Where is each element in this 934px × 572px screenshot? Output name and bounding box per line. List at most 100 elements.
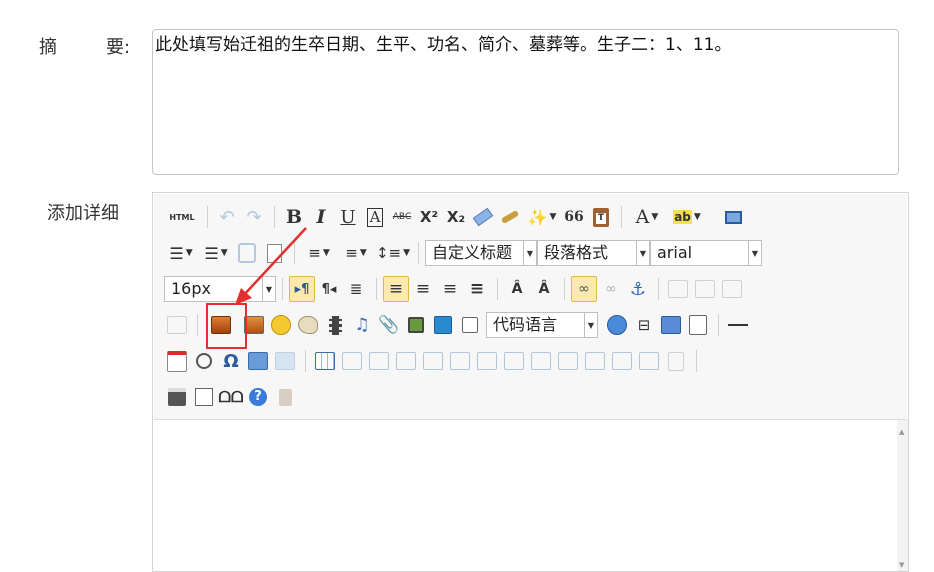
insert-link-button[interactable]: ∞	[571, 276, 597, 302]
palette-icon	[298, 316, 318, 334]
split-cells-button[interactable]	[582, 348, 608, 374]
insert-time-button[interactable]	[191, 348, 217, 374]
delete-row-button[interactable]	[420, 348, 446, 374]
paragraph-format-select[interactable]: 段落格式 ▼	[537, 240, 650, 266]
merge-right-button[interactable]	[528, 348, 554, 374]
search-replace-button[interactable]	[272, 348, 298, 374]
word-image-button[interactable]	[245, 348, 271, 374]
unlink-button[interactable]: ∞	[598, 276, 624, 302]
indent-button[interactable]: ≣	[343, 276, 369, 302]
align-left-button[interactable]: ≡	[383, 276, 409, 302]
merge-down-button[interactable]	[555, 348, 581, 374]
toolbar-separator	[376, 278, 377, 300]
summary-textarea[interactable]: 此处填写始迁祖的生卒日期、生平、功名、简介、墓葬等。生子二：1、11。	[152, 29, 899, 175]
bold-button[interactable]: B	[281, 204, 307, 230]
chart-button[interactable]	[663, 348, 689, 374]
align-justify-button[interactable]: ≡	[464, 276, 490, 302]
toolbar-separator	[696, 350, 697, 372]
insert-video-button[interactable]	[322, 312, 348, 338]
merge-cells-button[interactable]	[501, 348, 527, 374]
custom-title-select[interactable]: 自定义标题 ▼	[425, 240, 537, 266]
font-family-select[interactable]: arial ▼	[650, 240, 762, 266]
align-left-icon: ≡	[388, 279, 404, 299]
preview-button[interactable]	[191, 384, 217, 410]
scroll-down-icon[interactable]: ▼	[899, 561, 904, 569]
line-height-button[interactable]: ↕≡ ▼	[375, 240, 411, 266]
ltr-direction-button[interactable]: ▸¶	[289, 276, 315, 302]
attachment-button[interactable]: 📎	[376, 312, 402, 338]
code-language-select[interactable]: 代码语言 ▼	[486, 312, 598, 338]
clock-icon	[196, 353, 212, 369]
horizontal-rule-button[interactable]	[725, 312, 751, 338]
emotion-button[interactable]	[268, 312, 294, 338]
insert-frame-button[interactable]	[403, 312, 429, 338]
toolbar-separator	[294, 242, 295, 264]
scroll-up-icon[interactable]: ▲	[899, 428, 904, 436]
image-center-button[interactable]	[164, 312, 190, 338]
font-size-select[interactable]: 16px ▼	[164, 276, 276, 302]
copy-format-button[interactable]	[234, 240, 260, 266]
chevron-down-icon: ▼	[262, 277, 275, 301]
anchor-button[interactable]: ⚓	[625, 276, 651, 302]
page-break-button[interactable]: ⊟	[631, 312, 657, 338]
format-eraser-button[interactable]	[470, 204, 496, 230]
background-color-button[interactable]: ab ▼	[667, 204, 707, 230]
uppercase-button[interactable]: Â	[504, 276, 530, 302]
web-icon	[607, 315, 627, 335]
drafts-button[interactable]	[272, 384, 298, 410]
scrawl-button[interactable]	[295, 312, 321, 338]
strikethrough-button[interactable]: ABC	[389, 204, 415, 230]
html-source-button[interactable]: HTML	[164, 204, 200, 230]
auto-format-button[interactable]: ✨ ▼	[524, 204, 560, 230]
template-button[interactable]	[658, 312, 684, 338]
split-cols-button[interactable]	[636, 348, 662, 374]
insert-code-button[interactable]	[457, 312, 483, 338]
delete-col-button[interactable]	[474, 348, 500, 374]
new-document-button[interactable]	[261, 240, 287, 266]
fullscreen-button[interactable]	[720, 204, 746, 230]
superscript-button[interactable]: X²	[416, 204, 442, 230]
subscript-button[interactable]: X₂	[443, 204, 469, 230]
image-float-none-button[interactable]	[665, 276, 691, 302]
image-float-right-button[interactable]	[719, 276, 745, 302]
music-button[interactable]: ♫	[349, 312, 375, 338]
toolbar-row-4: ♫ 📎 代码语言 ▼ ⊟	[164, 311, 752, 339]
split-rows-button[interactable]	[609, 348, 635, 374]
search-replace-binoculars-button[interactable]: ᗝᗝ	[218, 384, 244, 410]
italic-button[interactable]: I	[308, 204, 334, 230]
line-height-bottom-button[interactable]: ≡ ▼	[338, 240, 374, 266]
format-brush-button[interactable]	[497, 204, 523, 230]
map-icon	[434, 316, 452, 334]
help-button[interactable]: ?	[245, 384, 271, 410]
underline-button[interactable]: U	[335, 204, 361, 230]
blockquote-button[interactable]: 66	[561, 204, 587, 230]
undo-button[interactable]: ↶	[214, 204, 240, 230]
insert-col-button[interactable]	[447, 348, 473, 374]
insert-table-button[interactable]	[312, 348, 338, 374]
insert-date-button[interactable]	[164, 348, 190, 374]
rtl-direction-button[interactable]: ¶◂	[316, 276, 342, 302]
font-border-button[interactable]: A	[362, 204, 388, 230]
ordered-list-button[interactable]: ☰ ▼	[164, 240, 198, 266]
font-color-button[interactable]: A ▼	[628, 204, 666, 230]
redo-icon: ↷	[246, 206, 262, 228]
background-button[interactable]	[685, 312, 711, 338]
toolbar-row-2: ☰ ▼ ☰ ▼ ≡ ▼ ≡ ▼ ↕≡ ▼ 自定义标题 ▼ 段落格式 ▼ arial ▼	[164, 239, 768, 267]
web-app-button[interactable]	[604, 312, 630, 338]
delete-table-button[interactable]	[339, 348, 365, 374]
align-right-button[interactable]: ≡	[437, 276, 463, 302]
paste-text-button[interactable]: T	[588, 204, 614, 230]
editor-scrollbar[interactable]: ▲ ▼	[897, 420, 908, 571]
redo-button[interactable]: ↷	[241, 204, 267, 230]
google-map-button[interactable]	[430, 312, 456, 338]
line-height-top-button[interactable]: ≡ ▼	[301, 240, 337, 266]
editor-content-area[interactable]	[154, 420, 896, 571]
print-button[interactable]	[164, 384, 190, 410]
lowercase-button[interactable]: Â	[531, 276, 557, 302]
image-float-left-button[interactable]	[692, 276, 718, 302]
unordered-list-button[interactable]: ☰ ▼	[199, 240, 233, 266]
table-caption-button[interactable]	[366, 348, 392, 374]
insert-row-button[interactable]	[393, 348, 419, 374]
special-chars-button[interactable]: Ω	[218, 348, 244, 374]
align-center-button[interactable]: ≡	[410, 276, 436, 302]
